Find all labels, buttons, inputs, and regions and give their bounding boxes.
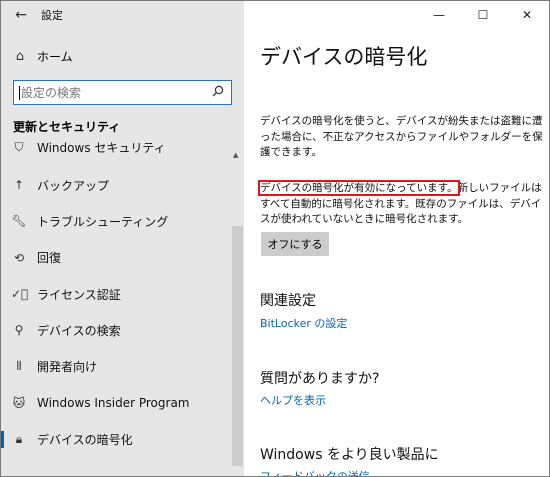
sidebar-item-insider-program[interactable]: 🐱︎ Windows Insider Program <box>1 385 244 421</box>
description-text: デバイスの暗号化を使うと、デバイスが紛失または盗難に遭った場合に、不正なアクセス… <box>260 115 543 158</box>
sidebar-item-for-developers[interactable]: ⫴ 開発者向け <box>1 348 244 384</box>
sidebar-item-label: デバイスの検索 <box>37 323 121 338</box>
search-input[interactable]: 設定の検索 <box>13 80 232 105</box>
search-placeholder: 設定の検索 <box>21 86 82 100</box>
search-icon[interactable] <box>205 85 231 100</box>
sidebar-item-recovery[interactable]: ⟲ 回復 <box>1 240 244 276</box>
maximize-icon: ☐ <box>477 8 489 22</box>
sidebar-item-troubleshoot[interactable]: 🔧︎ トラブルシューティング <box>1 203 244 239</box>
check-circle-icon: ✓⃝ <box>11 287 29 302</box>
scrollbar-thumb[interactable] <box>232 226 243 466</box>
status-highlight: デバイスの暗号化が有効になっています。 <box>258 180 460 196</box>
back-arrow-icon: ← <box>15 7 27 23</box>
minimize-icon: — <box>433 8 445 22</box>
backup-arrow-icon: ↑ <box>13 178 25 193</box>
nav-list: ⛉ Windows セキュリティ ↑ バックアップ 🔧︎ トラブルシューティング… <box>1 141 244 457</box>
make-windows-better-title: Windows をより良い製品に <box>260 447 439 463</box>
close-button[interactable]: ✕ <box>505 1 549 29</box>
sidebar-item-device-encryption[interactable]: 🔒︎ デバイスの暗号化 <box>1 421 244 457</box>
section-title: 更新とセキュリティ <box>13 120 121 134</box>
sidebar-item-backup[interactable]: ↑ バックアップ <box>1 167 244 203</box>
home-nav-item[interactable]: ⌂ ホーム <box>1 42 244 70</box>
shield-icon: ⛉ <box>14 141 24 154</box>
sidebar-item-windows-security[interactable]: ⛉ Windows セキュリティ <box>1 141 244 167</box>
status-text: デバイスの暗号化が有効になっています。新しいファイルはすべて自動的に暗号化されま… <box>258 180 545 228</box>
sidebar-item-find-my-device[interactable]: ⚲ デバイスの検索 <box>1 312 244 348</box>
sidebar-item-label: Windows Insider Program <box>37 395 190 410</box>
sidebar-item-label: ライセンス認証 <box>37 287 121 302</box>
person-location-icon: ⚲ <box>14 323 24 338</box>
developer-tools-icon: ⫴ <box>16 359 22 374</box>
related-settings-title: 関連設定 <box>260 293 316 309</box>
close-icon: ✕ <box>521 8 533 22</box>
back-button[interactable]: ← <box>1 1 41 29</box>
question-title: 質問がありますか? <box>260 371 380 387</box>
active-indicator <box>1 431 4 449</box>
feedback-link[interactable]: フィードバックの送信 <box>260 468 370 476</box>
content-pane: — ☐ ✕ デバイスの暗号化 デバイスの暗号化を使うと、デバイスが紛失または盗難… <box>244 1 549 476</box>
home-label: ホーム <box>37 49 73 64</box>
get-help-link[interactable]: ヘルプを表示 <box>260 392 326 408</box>
bitlocker-settings-link[interactable]: BitLocker の設定 <box>260 315 347 331</box>
sidebar-item-label: 開発者向け <box>37 360 98 375</box>
app-title: 設定 <box>41 9 63 22</box>
turn-off-button[interactable]: オフにする <box>261 232 329 256</box>
settings-window: ← 設定 ⌂ ホーム 設定の検索 更新とセキュリティ ⛉ Windows セキュ… <box>0 0 550 477</box>
scroll-up-arrow[interactable]: ▲ <box>233 151 238 159</box>
lock-icon: 🔒︎ <box>15 431 23 446</box>
sidebar-item-activation[interactable]: ✓⃝ ライセンス認証 <box>1 276 244 312</box>
recovery-icon: ⟲ <box>13 250 25 265</box>
sidebar-item-label: トラブルシューティング <box>37 214 169 229</box>
maximize-button[interactable]: ☐ <box>461 1 505 29</box>
sidebar-item-label: デバイスの暗号化 <box>37 432 133 447</box>
sidebar-item-label: Windows セキュリティ <box>37 141 166 155</box>
sidebar-item-label: 回復 <box>37 251 62 266</box>
page-title: デバイスの暗号化 <box>260 45 428 69</box>
wrench-icon: 🔧︎ <box>11 214 27 229</box>
title-bar-left: ← 設定 <box>1 1 244 29</box>
cat-icon: 🐱︎ <box>12 395 26 410</box>
home-icon: ⌂ <box>15 48 25 64</box>
sidebar-item-label: バックアップ <box>37 178 110 193</box>
minimize-button[interactable]: — <box>417 1 461 29</box>
left-nav-pane: ← 設定 ⌂ ホーム 設定の検索 更新とセキュリティ ⛉ Windows セキュ… <box>1 1 244 476</box>
